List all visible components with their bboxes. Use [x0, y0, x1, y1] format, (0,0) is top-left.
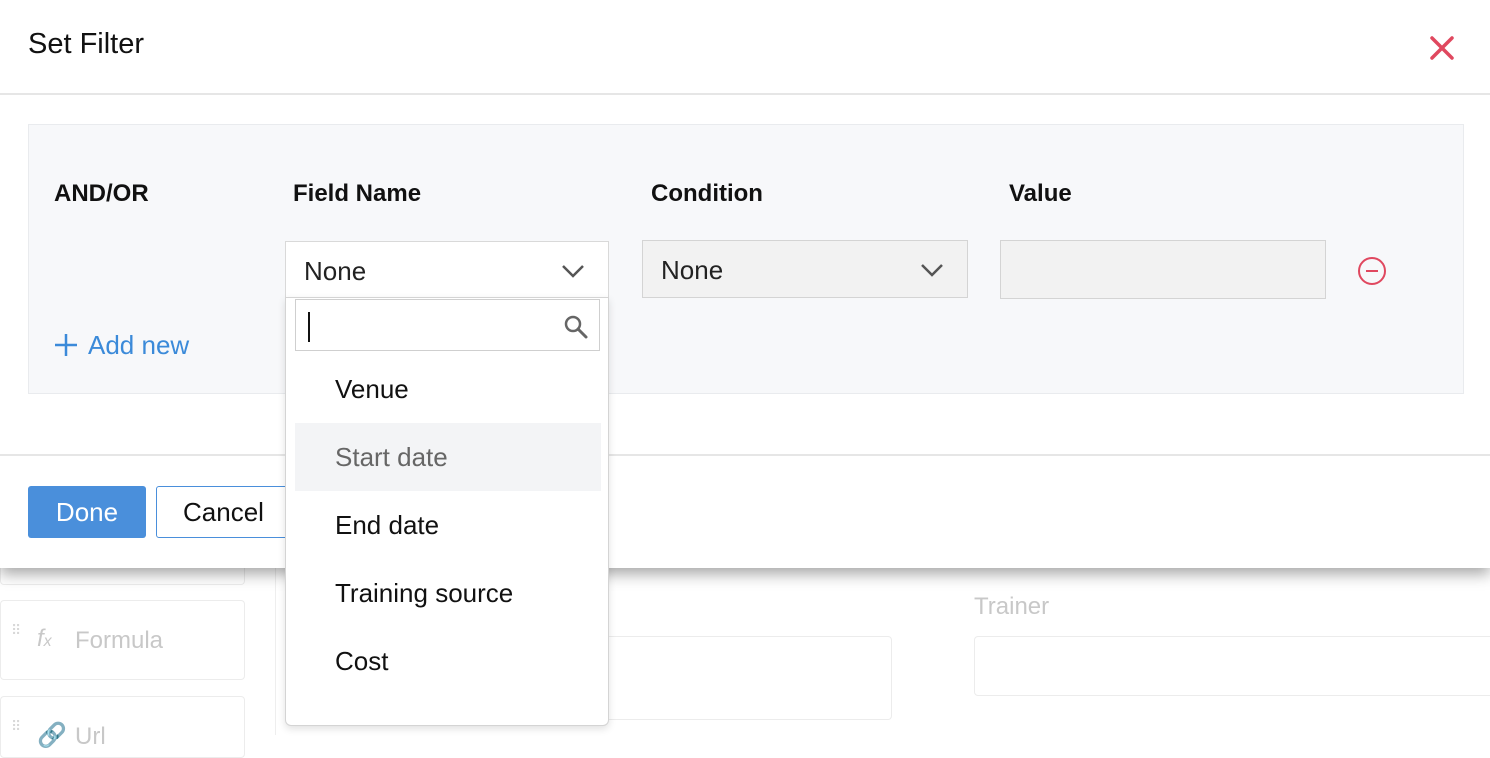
dropdown-item-training-source[interactable]: Training source [295, 559, 601, 627]
field-name-header: Field Name [293, 180, 422, 207]
palette-item-formula[interactable]: ⠿ fx Formula [0, 600, 245, 680]
trainer-field-label: Trainer [974, 593, 1050, 620]
field-name-selected-value: None [304, 256, 367, 286]
plus-icon [55, 334, 77, 356]
dropdown-item-start-date[interactable]: Start date [295, 423, 601, 491]
done-button[interactable]: Done [28, 486, 146, 538]
palette-item-label: Formula [75, 627, 164, 654]
add-new-link[interactable]: Add new [54, 330, 189, 361]
dropdown-search-input[interactable] [295, 299, 600, 351]
dropdown-item-end-date[interactable]: End date [295, 491, 601, 559]
dialog-header: Set Filter [0, 0, 1490, 95]
link-icon: 🔗 [37, 722, 67, 749]
cancel-button[interactable]: Cancel [156, 486, 296, 538]
canvas-field-input[interactable] [600, 636, 892, 720]
text-cursor [308, 312, 310, 342]
and-or-header: AND/OR [54, 180, 149, 207]
field-name-select[interactable]: None [285, 241, 609, 299]
dialog-title: Set Filter [28, 28, 145, 60]
dropdown-item-venue[interactable]: Venue [295, 355, 601, 423]
palette-item-url[interactable]: ⠿ 🔗 Url [0, 696, 245, 758]
search-icon [564, 315, 588, 339]
fx-icon: fx [37, 625, 52, 652]
footer-divider [0, 454, 1490, 456]
add-new-label: Add new [88, 330, 190, 360]
close-icon[interactable] [1424, 30, 1460, 66]
condition-selected-value: None [661, 255, 724, 285]
condition-header: Condition [651, 180, 763, 207]
remove-condition-icon[interactable] [1357, 256, 1387, 286]
trainer-field-input[interactable] [974, 636, 1490, 696]
builder-divider [275, 560, 276, 735]
value-header: Value [1009, 180, 1072, 207]
dropdown-item-cost[interactable]: Cost [295, 627, 601, 695]
dropdown-item-partial[interactable] [295, 695, 601, 725]
palette-item-label: Url [75, 723, 106, 750]
drag-handle-icon: ⠿ [11, 718, 23, 734]
drag-handle-icon: ⠿ [11, 622, 23, 638]
condition-select[interactable]: None [642, 240, 968, 298]
chevron-down-icon [921, 264, 943, 277]
value-input[interactable] [1000, 240, 1326, 299]
field-name-dropdown: Venue Start date End date Training sourc… [285, 297, 609, 726]
set-filter-dialog: Set Filter AND/OR Field Name Condition V… [0, 0, 1490, 568]
chevron-down-icon [562, 265, 584, 278]
